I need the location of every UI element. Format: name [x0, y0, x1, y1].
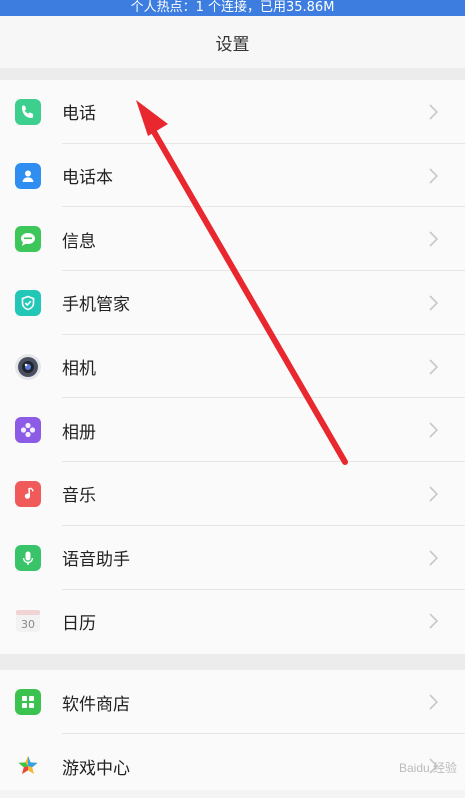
- settings-item-label: 手机管家: [62, 295, 130, 316]
- settings-group-apps: 电话 电话本 信息 手机管家 相机 相册 音乐 语音助手 30 日历: [0, 80, 465, 654]
- settings-item-label: 日历: [62, 613, 96, 634]
- settings-item-label: 音乐: [62, 486, 96, 507]
- page-title: 设置: [0, 16, 465, 68]
- chevron-right-icon: [429, 486, 439, 502]
- chevron-right-icon: [429, 550, 439, 566]
- settings-item-messages[interactable]: 信息: [0, 207, 465, 271]
- section-divider: [0, 654, 465, 670]
- shield-icon: [15, 289, 41, 316]
- settings-item-music[interactable]: 音乐: [0, 462, 465, 526]
- chevron-right-icon: [429, 167, 439, 184]
- settings-item-game-center[interactable]: 游戏中心: [0, 734, 465, 798]
- camera-icon: [15, 353, 41, 380]
- settings-item-label: 语音助手: [62, 550, 130, 571]
- settings-item-label: 游戏中心: [62, 758, 130, 779]
- settings-item-label: 相册: [62, 422, 96, 443]
- game-center-icon: [15, 753, 41, 779]
- calendar-day-number: 30: [21, 618, 35, 631]
- settings-item-label: 电话本: [62, 168, 113, 189]
- chevron-right-icon: [429, 359, 439, 375]
- chevron-right-icon: [429, 422, 439, 438]
- phone-icon: [15, 98, 41, 125]
- status-bar: 个人热点：1 个连接，已用35.86M: [0, 0, 465, 16]
- chevron-right-icon: [429, 613, 439, 629]
- settings-item-label: 软件商店: [62, 694, 130, 715]
- settings-item-phone-manager[interactable]: 手机管家: [0, 271, 465, 335]
- chevron-right-icon: [429, 104, 439, 120]
- settings-item-label: 信息: [62, 231, 96, 252]
- calendar-icon: 30: [15, 608, 41, 634]
- status-text: 个人热点：1 个连接，已用35.86M: [130, 0, 335, 15]
- microphone-icon: [15, 544, 41, 571]
- settings-item-gallery[interactable]: 相册: [0, 398, 465, 462]
- settings-item-calendar[interactable]: 30 日历: [0, 590, 465, 654]
- settings-item-camera[interactable]: 相机: [0, 335, 465, 399]
- settings-item-label: 电话: [62, 104, 96, 125]
- section-divider: [0, 68, 465, 80]
- chevron-right-icon: [429, 231, 439, 247]
- settings-group-store: 软件商店 游戏中心: [0, 670, 465, 790]
- chevron-right-icon: [429, 295, 439, 311]
- contacts-icon: [15, 162, 41, 189]
- gallery-icon: [15, 417, 41, 444]
- music-icon: [15, 480, 41, 507]
- chevron-right-icon: [429, 694, 439, 710]
- settings-item-contacts[interactable]: 电话本: [0, 144, 465, 208]
- settings-item-app-store[interactable]: 软件商店: [0, 670, 465, 734]
- settings-item-voice-assistant[interactable]: 语音助手: [0, 526, 465, 590]
- message-icon: [15, 226, 41, 253]
- settings-item-phone[interactable]: 电话: [0, 80, 465, 144]
- settings-item-label: 相机: [62, 359, 96, 380]
- app-store-icon: [15, 689, 41, 715]
- watermark: Baidu 经验: [398, 761, 457, 775]
